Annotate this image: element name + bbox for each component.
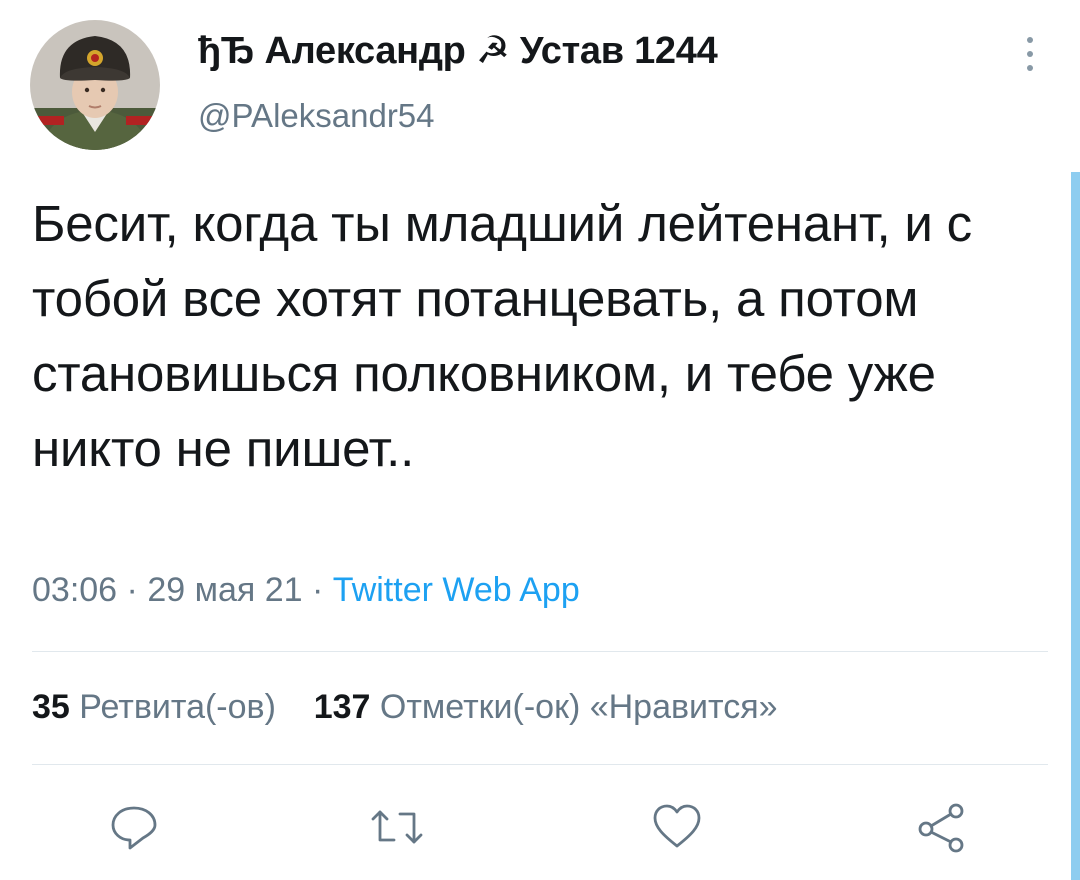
- divider: [32, 651, 1048, 652]
- more-options-button[interactable]: [1010, 32, 1050, 76]
- share-button[interactable]: [915, 800, 969, 854]
- tweet-meta: 03:06 · 29 мая 21 · Twitter Web App: [32, 571, 580, 610]
- tweet-text: Бесит, когда ты младший лейтенант, и с т…: [32, 195, 972, 477]
- avatar[interactable]: [30, 20, 160, 150]
- retweets-label: Ретвита(-ов): [79, 688, 276, 726]
- meta-separator: ·: [126, 571, 138, 609]
- retweet-icon: [371, 810, 423, 844]
- avatar-image: [30, 20, 160, 150]
- tweet-date: 29 мая 21: [147, 571, 303, 609]
- share-icon: [918, 803, 964, 853]
- reply-icon: [111, 806, 157, 850]
- tweet-time: 03:06: [32, 571, 118, 609]
- like-button[interactable]: [650, 800, 704, 854]
- reply-button[interactable]: [107, 800, 161, 854]
- likes-count: 137: [313, 688, 371, 726]
- more-vertical-icon: [1027, 37, 1033, 71]
- author-handle[interactable]: @PAleksandr54: [198, 97, 435, 135]
- author-name[interactable]: ђЂ Александр ☭ Устав 1244: [198, 28, 718, 73]
- divider: [32, 764, 1048, 765]
- heart-icon: [653, 804, 701, 848]
- scroll-accent-bar: [1071, 172, 1080, 880]
- retweets-stat[interactable]: 35 Ретвита(-ов): [32, 688, 285, 726]
- likes-label: Отметки(-ок) «Нравится»: [379, 688, 778, 726]
- retweet-button[interactable]: [370, 800, 424, 854]
- likes-stat[interactable]: 137 Отметки(-ок) «Нравится»: [314, 688, 778, 726]
- meta-separator: ·: [312, 571, 324, 609]
- tweet-stats: 35 Ретвита(-ов) 137 Отметки(-ок) «Нравит…: [32, 688, 778, 727]
- tweet-source-link[interactable]: Twitter Web App: [333, 571, 580, 609]
- retweets-count: 35: [32, 688, 70, 726]
